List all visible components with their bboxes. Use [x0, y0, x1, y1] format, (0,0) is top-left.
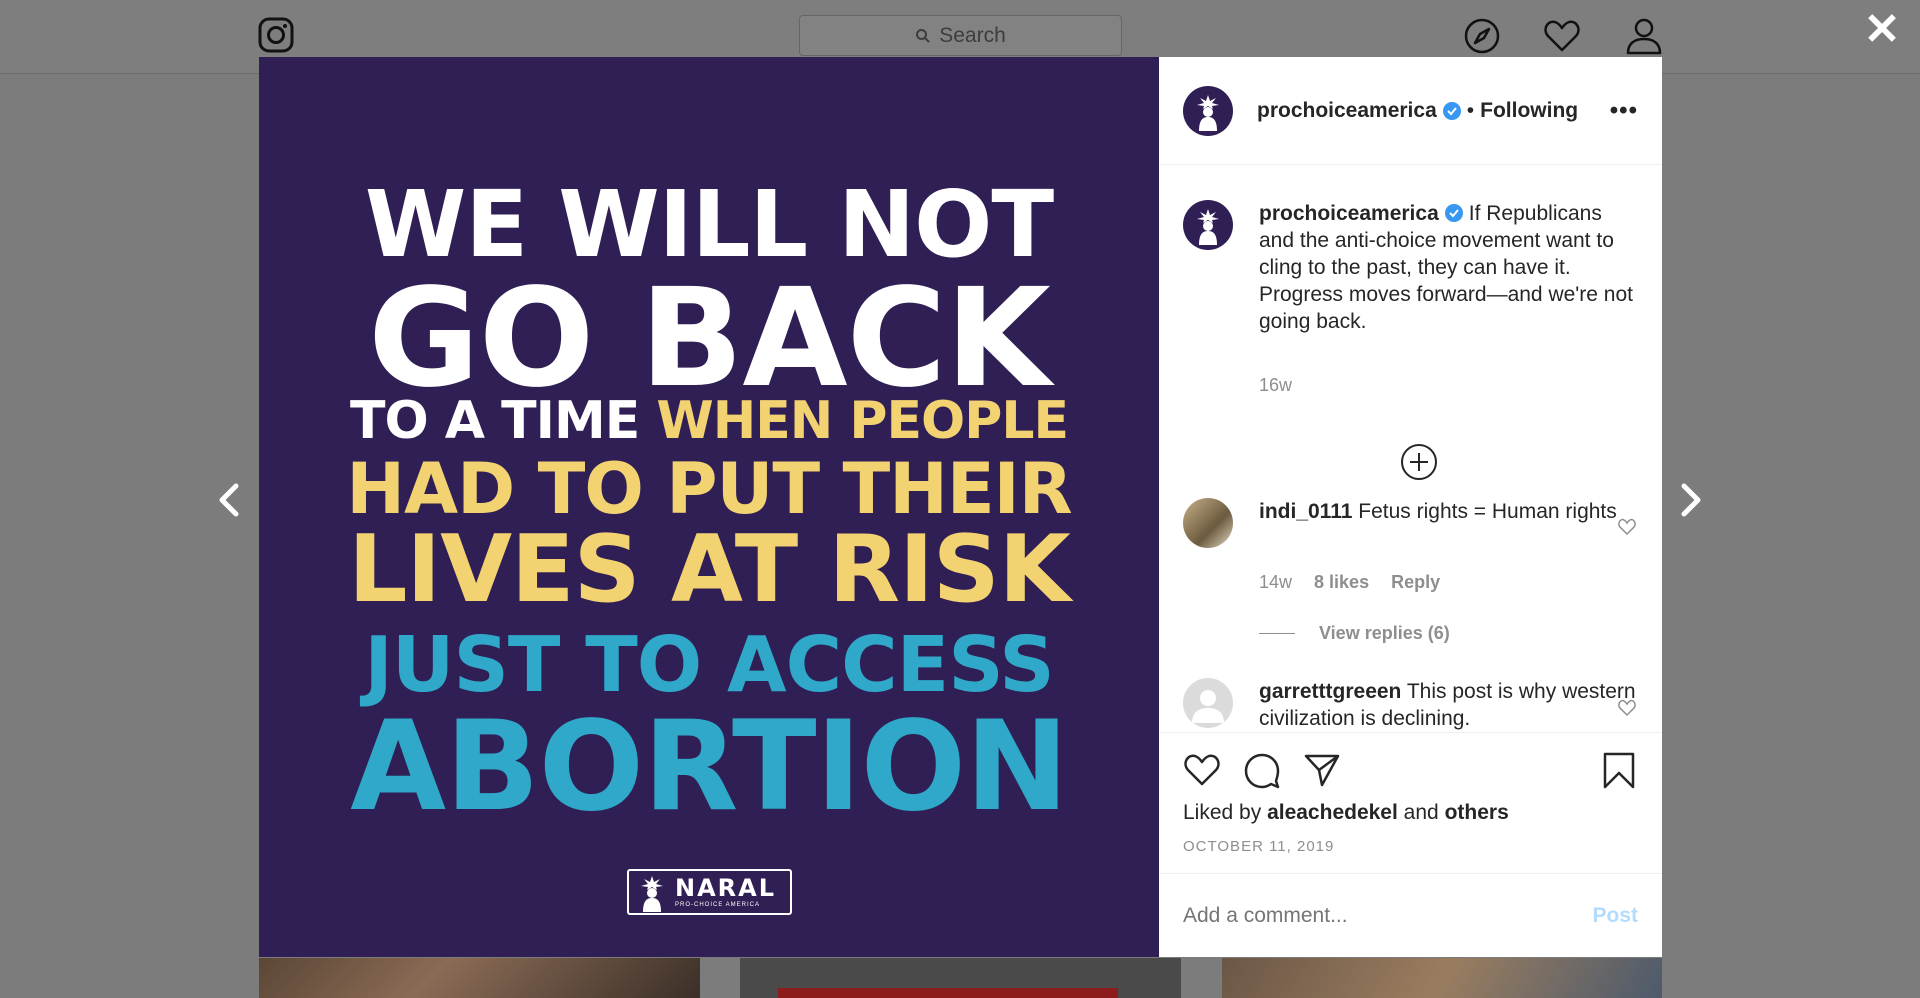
post-date[interactable]: OCTOBER 11, 2019 — [1183, 838, 1334, 855]
view-replies-button[interactable]: View replies (6) — [1259, 623, 1450, 644]
poster-line: WE WILL NOT — [364, 171, 1054, 278]
comment-likes[interactable]: 8 likes — [1314, 572, 1369, 593]
background-thumbnail[interactable] — [259, 958, 700, 998]
comment-meta: 14w 8 likes Reply — [1259, 572, 1440, 593]
poster-line: ABORTION — [350, 695, 1069, 839]
poster-line-part: WHEN PEOPLE — [656, 391, 1069, 451]
liked-by-others[interactable]: others — [1445, 801, 1509, 824]
naral-logo-word: NARAL — [675, 874, 777, 902]
search-icon — [916, 28, 930, 43]
divider — [1259, 633, 1295, 634]
statue-of-liberty-icon — [1197, 94, 1219, 131]
avatar[interactable] — [1183, 498, 1233, 548]
share-icon[interactable] — [1303, 751, 1341, 789]
following-button[interactable]: Following — [1480, 99, 1578, 123]
post-header: prochoiceamerica • Following ••• — [1159, 57, 1662, 165]
liked-by-prefix: Liked by — [1183, 801, 1262, 824]
comment-username[interactable]: indi_0111 — [1259, 500, 1352, 523]
poster-line: GO BACK — [368, 260, 1051, 418]
post-actions: Liked by aleachedekel and others OCTOBER… — [1159, 732, 1662, 873]
poster-line: TO A TIME WHEN PEOPLE — [259, 395, 1159, 447]
profile-icon[interactable] — [1625, 17, 1663, 55]
reply-button[interactable]: Reply — [1391, 572, 1440, 593]
comments-list[interactable]: prochoiceamerica If Republicans and the a… — [1159, 165, 1662, 732]
search-input[interactable]: Search — [799, 15, 1122, 56]
caption-meta: 16w — [1259, 375, 1292, 396]
post-username[interactable]: prochoiceamerica — [1257, 99, 1437, 123]
close-icon[interactable]: ✕ — [1862, 8, 1902, 52]
poster-line: JUST TO ACCESS — [364, 621, 1054, 710]
previous-arrow-icon[interactable] — [210, 480, 250, 520]
comment-icon[interactable] — [1243, 751, 1281, 789]
avatar[interactable] — [1183, 200, 1233, 250]
liked-by-user[interactable]: aleachedekel — [1267, 801, 1398, 824]
liked-by: Liked by aleachedekel and others — [1183, 801, 1509, 825]
statue-of-liberty-icon — [641, 876, 663, 912]
add-comment-input[interactable] — [1183, 903, 1593, 928]
add-comment-bar: Post — [1159, 873, 1662, 957]
background-thumbnail[interactable] — [740, 958, 1181, 998]
instagram-icon[interactable] — [258, 17, 294, 53]
naral-logo-subtitle: PRO-CHOICE AMERICA — [675, 902, 761, 908]
view-replies-label: View replies (6) — [1319, 623, 1450, 643]
poster-line-part: TO A TIME — [350, 391, 640, 451]
post-modal: WE WILL NOT GO BACK TO A TIME WHEN PEOPL… — [259, 57, 1662, 957]
caption-age[interactable]: 16w — [1259, 375, 1292, 396]
comment-text: Fetus rights = Human rights — [1358, 500, 1617, 523]
next-arrow-icon[interactable] — [1670, 480, 1710, 520]
comment-age[interactable]: 14w — [1259, 572, 1292, 593]
explore-icon[interactable] — [1463, 17, 1501, 55]
comment: indi_0111 Fetus rights = Human rights — [1183, 498, 1638, 548]
naral-logo: NARAL PRO-CHOICE AMERICA — [627, 869, 792, 915]
verified-badge-icon — [1444, 204, 1463, 222]
like-comment-icon[interactable] — [1618, 699, 1636, 717]
caption-username[interactable]: prochoiceamerica — [1259, 202, 1439, 225]
load-more-comments-icon[interactable] — [1400, 443, 1438, 481]
like-icon[interactable] — [1183, 751, 1221, 789]
poster-line: LIVES AT RISK — [348, 515, 1071, 623]
like-comment-icon[interactable] — [1618, 518, 1636, 536]
post-side-panel: prochoiceamerica • Following ••• prochoi… — [1159, 57, 1662, 957]
poster-line: HAD TO PUT THEIR — [346, 448, 1072, 530]
comment: garretttgreeen This post is why western … — [1183, 678, 1638, 732]
search-placeholder: Search — [939, 23, 1006, 47]
post-image[interactable]: WE WILL NOT GO BACK TO A TIME WHEN PEOPL… — [259, 57, 1159, 957]
post-comment-button[interactable]: Post — [1592, 904, 1638, 928]
statue-of-liberty-icon — [1197, 209, 1219, 245]
background-thumbnail[interactable] — [1222, 958, 1662, 998]
comment-username[interactable]: garretttgreeen — [1259, 680, 1401, 703]
avatar[interactable] — [1183, 85, 1233, 136]
caption: prochoiceamerica If Republicans and the a… — [1183, 200, 1638, 335]
default-avatar-icon — [1192, 690, 1224, 723]
more-options-icon[interactable]: ••• — [1610, 97, 1638, 125]
save-bookmark-icon[interactable] — [1600, 751, 1638, 789]
avatar[interactable] — [1183, 678, 1233, 728]
verified-badge-icon — [1442, 101, 1461, 120]
heart-icon[interactable] — [1543, 17, 1581, 55]
liked-by-and: and — [1403, 801, 1439, 824]
separator-dot: • — [1466, 98, 1475, 122]
